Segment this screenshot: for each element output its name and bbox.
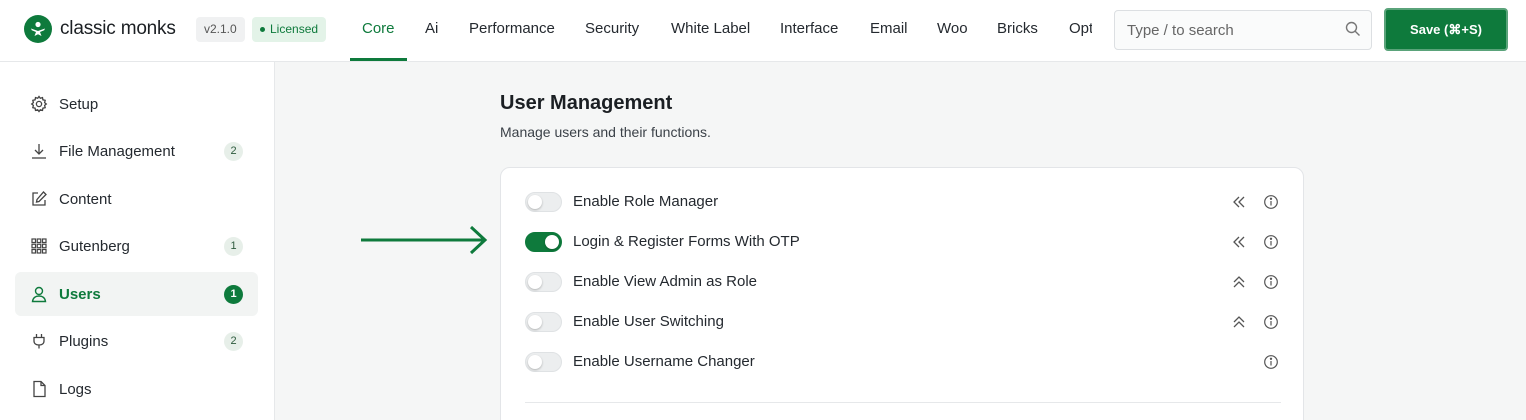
toggle-knob — [528, 355, 542, 369]
setting-label: Enable Role Manager — [573, 193, 719, 210]
gear-icon — [30, 95, 48, 113]
sidebar-item-gutenberg[interactable]: Gutenberg 1 — [15, 224, 258, 268]
setting-label: Login & Register Forms With OTP — [573, 233, 800, 250]
setting-row: Enable Username Changer — [525, 347, 1281, 377]
count-badge: 2 — [224, 332, 243, 351]
setting-row: Enable User Switching — [525, 307, 1281, 337]
info-icon[interactable] — [1263, 354, 1279, 375]
sidebar-item-label: File Management — [59, 142, 175, 160]
chevrons-up-icon[interactable] — [1231, 314, 1247, 335]
page-subtitle: Manage users and their functions. — [500, 124, 711, 140]
setting-label: Enable Username Changer — [573, 353, 755, 370]
settings-card: Enable Role Manager Login & Register For… — [500, 167, 1304, 420]
tab-performance[interactable]: Performance — [469, 0, 555, 61]
info-icon[interactable] — [1263, 274, 1279, 295]
file-icon — [30, 380, 48, 398]
count-badge: 1 — [224, 237, 243, 256]
edit-icon — [30, 190, 48, 208]
save-button[interactable]: Save (⌘+S) — [1384, 8, 1508, 51]
setting-row: Enable View Admin as Role — [525, 267, 1281, 297]
tab-security[interactable]: Security — [585, 0, 639, 61]
divider — [525, 402, 1281, 403]
search-input[interactable] — [1115, 11, 1335, 49]
sidebar-item-plugins[interactable]: Plugins 2 — [15, 319, 258, 363]
info-icon[interactable] — [1263, 314, 1279, 335]
sidebar: Setup File Management 2 Content Gutenber… — [0, 62, 275, 420]
user-icon — [30, 285, 48, 303]
toggle-switch[interactable] — [525, 272, 562, 292]
toggle-switch[interactable] — [525, 192, 562, 212]
info-icon[interactable] — [1263, 234, 1279, 255]
sidebar-item-label: Gutenberg — [59, 237, 130, 255]
license-dot-icon — [260, 27, 265, 32]
toggle-knob — [528, 195, 542, 209]
license-badge: Licensed — [252, 17, 327, 42]
license-label: Licensed — [270, 22, 319, 36]
tab-email[interactable]: Email — [870, 0, 908, 61]
setting-row: Login & Register Forms With OTP — [525, 227, 1281, 257]
tab-core[interactable]: Core — [350, 0, 406, 61]
logo-icon — [24, 15, 52, 43]
page-title: User Management — [500, 92, 673, 114]
setting-label: Enable User Switching — [573, 313, 724, 330]
top-bar: classic monks v2.1.0 Licensed Core Ai Pe… — [0, 0, 1526, 62]
brand[interactable]: classic monks — [24, 15, 176, 43]
grid-icon — [30, 237, 48, 255]
chevrons-left-icon[interactable] — [1231, 194, 1247, 215]
sidebar-item-logs[interactable]: Logs — [15, 367, 258, 411]
toggle-switch[interactable] — [525, 352, 562, 372]
tab-interface[interactable]: Interface — [780, 0, 838, 61]
download-icon — [30, 142, 48, 160]
search-icon[interactable] — [1345, 21, 1361, 42]
sidebar-item-setup[interactable]: Setup — [15, 82, 258, 126]
brand-name: classic monks — [60, 18, 176, 39]
count-badge: 2 — [224, 142, 243, 161]
count-badge: 1 — [224, 285, 243, 304]
sidebar-item-file-management[interactable]: File Management 2 — [15, 129, 258, 173]
version-badge: v2.1.0 — [196, 17, 245, 42]
plug-icon — [30, 332, 48, 350]
tab-ai[interactable]: Ai — [425, 0, 438, 61]
tab-bricks[interactable]: Bricks — [997, 0, 1038, 61]
sidebar-item-content[interactable]: Content — [15, 177, 258, 221]
toggle-knob — [545, 235, 559, 249]
sidebar-item-label: Logs — [59, 380, 92, 398]
toggle-switch[interactable] — [525, 232, 562, 252]
setting-row: Enable Role Manager — [525, 187, 1281, 217]
sidebar-item-label: Users — [59, 285, 101, 303]
callout-arrow-icon — [361, 226, 488, 255]
search-box[interactable] — [1114, 10, 1372, 50]
toggle-knob — [528, 275, 542, 289]
tab-white-label[interactable]: White Label — [671, 0, 750, 61]
chevrons-up-icon[interactable] — [1231, 274, 1247, 295]
info-icon[interactable] — [1263, 194, 1279, 215]
toggle-knob — [528, 315, 542, 329]
sidebar-item-label: Setup — [59, 95, 99, 113]
sidebar-item-label: Content — [59, 190, 112, 208]
chevrons-left-icon[interactable] — [1231, 234, 1247, 255]
tab-woo[interactable]: Woo — [937, 0, 968, 61]
sidebar-item-users[interactable]: Users 1 — [15, 272, 258, 316]
setting-label: Enable View Admin as Role — [573, 273, 757, 290]
toggle-switch[interactable] — [525, 312, 562, 332]
sidebar-item-label: Plugins — [59, 332, 109, 350]
tab-opt[interactable]: Opt — [1069, 0, 1093, 61]
